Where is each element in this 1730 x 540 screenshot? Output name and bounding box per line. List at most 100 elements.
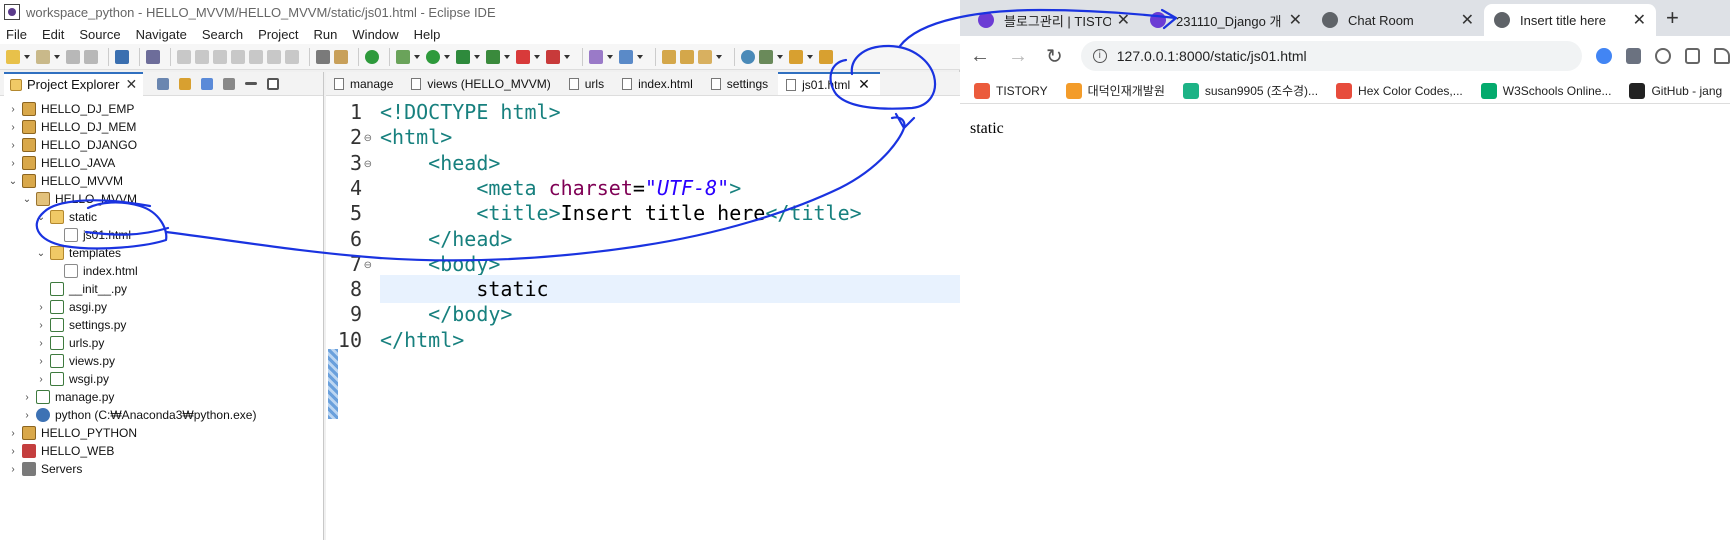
close-icon[interactable]: ✕ — [1461, 10, 1474, 30]
code-line[interactable]: </html> — [380, 326, 960, 354]
save-all-icon[interactable] — [84, 49, 98, 64]
tree-item-init-py[interactable]: __init__.py — [36, 280, 127, 298]
tree-item-hello-django[interactable]: › HELLO_DJANGO — [8, 136, 137, 154]
editor-tab-settings[interactable]: settings — [703, 72, 778, 95]
close-icon[interactable]: ✕ — [1633, 10, 1646, 30]
expand-toggle-icon[interactable]: ⌄ — [36, 248, 46, 259]
tree-item-hello-mvvm[interactable]: ⌄ HELLO_MVVM — [8, 172, 123, 190]
expand-toggle-icon[interactable]: › — [8, 158, 18, 169]
debug-icon[interactable] — [396, 49, 410, 64]
editor-tab-index-html[interactable]: index.html — [614, 72, 703, 95]
search-tool-icon[interactable] — [698, 49, 712, 64]
web-browser-icon[interactable] — [741, 49, 755, 64]
expand-toggle-icon[interactable]: ⌄ — [36, 212, 46, 223]
tab-project-explorer[interactable]: Project Explorer ✕ — [4, 71, 144, 96]
expand-toggle-icon[interactable]: › — [8, 464, 18, 475]
maximize-icon[interactable] — [267, 77, 280, 90]
tree-item-hello-python[interactable]: › HELLO_PYTHON — [8, 424, 137, 442]
bookmark-star-icon[interactable] — [1714, 48, 1730, 64]
editor-tab-views-hello-mvvm[interactable]: views (HELLO_MVVM) — [403, 72, 560, 95]
menu-item-help[interactable]: Help — [414, 27, 441, 42]
tree-item-hello-dj-emp[interactable]: › HELLO_DJ_EMP — [8, 100, 134, 118]
close-icon[interactable]: ✕ — [1289, 10, 1302, 30]
expand-toggle-icon[interactable]: › — [8, 140, 18, 151]
new-project-icon[interactable] — [589, 49, 603, 64]
minimize-icon[interactable] — [245, 82, 258, 85]
terminate-icon[interactable] — [213, 49, 227, 64]
close-icon[interactable]: ✕ — [858, 76, 870, 93]
open-icon[interactable] — [36, 49, 50, 64]
bookmark-github-jang[interactable]: GitHub - jang — [1629, 82, 1722, 99]
disconnect-icon[interactable] — [231, 49, 245, 64]
collapse-all-icon[interactable] — [157, 77, 170, 90]
open-resource-icon[interactable] — [680, 49, 694, 64]
expand-toggle-icon[interactable]: › — [36, 356, 46, 367]
link-editor-icon[interactable] — [179, 77, 192, 90]
editor-tab-js01-html[interactable]: js01.html ✕ — [778, 72, 880, 95]
fold-toggle-icon[interactable]: ⊖ — [364, 159, 372, 170]
skip-breakpoints-icon[interactable] — [146, 49, 160, 64]
tree-item-hello-mvvm[interactable]: ⌄ HELLO_MVVM — [22, 190, 137, 208]
tree-item-hello-dj-mem[interactable]: › HELLO_DJ_MEM — [8, 118, 136, 136]
url-field[interactable]: i 127.0.0.1:8000/static/js01.html — [1080, 41, 1583, 71]
expand-toggle-icon[interactable]: › — [36, 374, 46, 385]
google-icon[interactable] — [1596, 48, 1612, 64]
tree-item-index-html[interactable]: index.html — [50, 262, 138, 280]
browser-tab-chat-room[interactable]: Chat Room ✕ — [1312, 4, 1484, 36]
bookmark-susan9905[interactable]: susan9905 (조수경)... — [1182, 82, 1318, 99]
menu-item-navigate[interactable]: Navigate — [136, 27, 187, 42]
code-line[interactable]: <meta charset="UTF-8"> — [380, 174, 960, 202]
terminal-icon[interactable] — [115, 49, 129, 64]
outline-icon[interactable] — [316, 49, 330, 64]
tree-item-js01-html[interactable]: js01.html — [50, 226, 131, 244]
save-icon[interactable] — [66, 49, 80, 64]
fold-toggle-icon[interactable]: ⊖ — [364, 133, 372, 144]
reload-icon[interactable]: ↻ — [1046, 44, 1063, 69]
zoom-icon[interactable] — [1655, 48, 1671, 64]
new-class-icon[interactable] — [619, 49, 633, 64]
code-line[interactable]: <body> — [380, 250, 960, 278]
tree-item-hello-java[interactable]: › HELLO_JAVA — [8, 154, 115, 172]
bookmark-hex-color-codes[interactable]: Hex Color Codes,... — [1336, 82, 1463, 99]
editor-tab-manage[interactable]: manage — [326, 72, 403, 95]
expand-toggle-icon[interactable]: › — [36, 320, 46, 331]
site-info-icon[interactable]: i — [1092, 49, 1107, 63]
close-icon[interactable]: ✕ — [1117, 10, 1130, 30]
tree-item-asgi-py[interactable]: › asgi.py — [36, 298, 107, 316]
browser-tab-tisto[interactable]: 블로그관리 | TISTO ✕ — [968, 4, 1140, 36]
expand-toggle-icon[interactable]: › — [8, 446, 18, 457]
bookmark-w3schools-online[interactable]: W3Schools Online... — [1480, 82, 1611, 99]
back-icon[interactable]: ← — [970, 45, 990, 68]
tree-item-views-py[interactable]: › views.py — [36, 352, 115, 370]
code-line[interactable]: <head> — [380, 149, 960, 177]
code-line[interactable]: </head> — [380, 225, 960, 253]
coverage-icon[interactable] — [456, 49, 470, 64]
annotation-icon[interactable] — [759, 49, 773, 64]
menu-item-run[interactable]: Run — [314, 27, 338, 42]
expand-toggle-icon[interactable]: › — [22, 410, 32, 421]
view-menu-icon[interactable] — [223, 77, 236, 90]
step-into-icon[interactable] — [249, 49, 263, 64]
code-line[interactable]: <title>Insert title here</title> — [380, 199, 960, 227]
tree-item-servers[interactable]: › Servers — [8, 460, 82, 478]
code-line[interactable]: <!DOCTYPE html> — [380, 98, 960, 126]
translate-icon[interactable] — [1625, 48, 1642, 64]
menu-item-source[interactable]: Source — [79, 27, 120, 42]
tree-item-urls-py[interactable]: › urls.py — [36, 334, 104, 352]
new-tab-icon[interactable]: + — [1666, 5, 1679, 31]
step-over-icon[interactable] — [267, 49, 281, 64]
tree-item-manage-py[interactable]: › manage.py — [22, 388, 114, 406]
expand-toggle-icon[interactable]: ⌄ — [22, 194, 32, 205]
suspend-icon[interactable] — [195, 49, 209, 64]
mark-occurrences-icon[interactable] — [334, 49, 348, 64]
code-line[interactable]: static — [380, 275, 960, 304]
tree-item-python-c-anaconda3-python-exe[interactable]: › python (C:₩Anaconda3₩python.exe) — [22, 406, 256, 424]
next-annotation-icon[interactable] — [789, 49, 803, 64]
expand-toggle-icon[interactable]: › — [8, 428, 18, 439]
new-icon[interactable] — [6, 49, 20, 64]
menu-item-edit[interactable]: Edit — [42, 27, 64, 42]
tree-item-templates[interactable]: ⌄ templates — [36, 244, 121, 262]
bookmark-tistory[interactable]: TISTORY — [974, 82, 1048, 99]
expand-toggle-icon[interactable]: › — [22, 392, 32, 403]
stop-icon[interactable] — [516, 49, 530, 64]
